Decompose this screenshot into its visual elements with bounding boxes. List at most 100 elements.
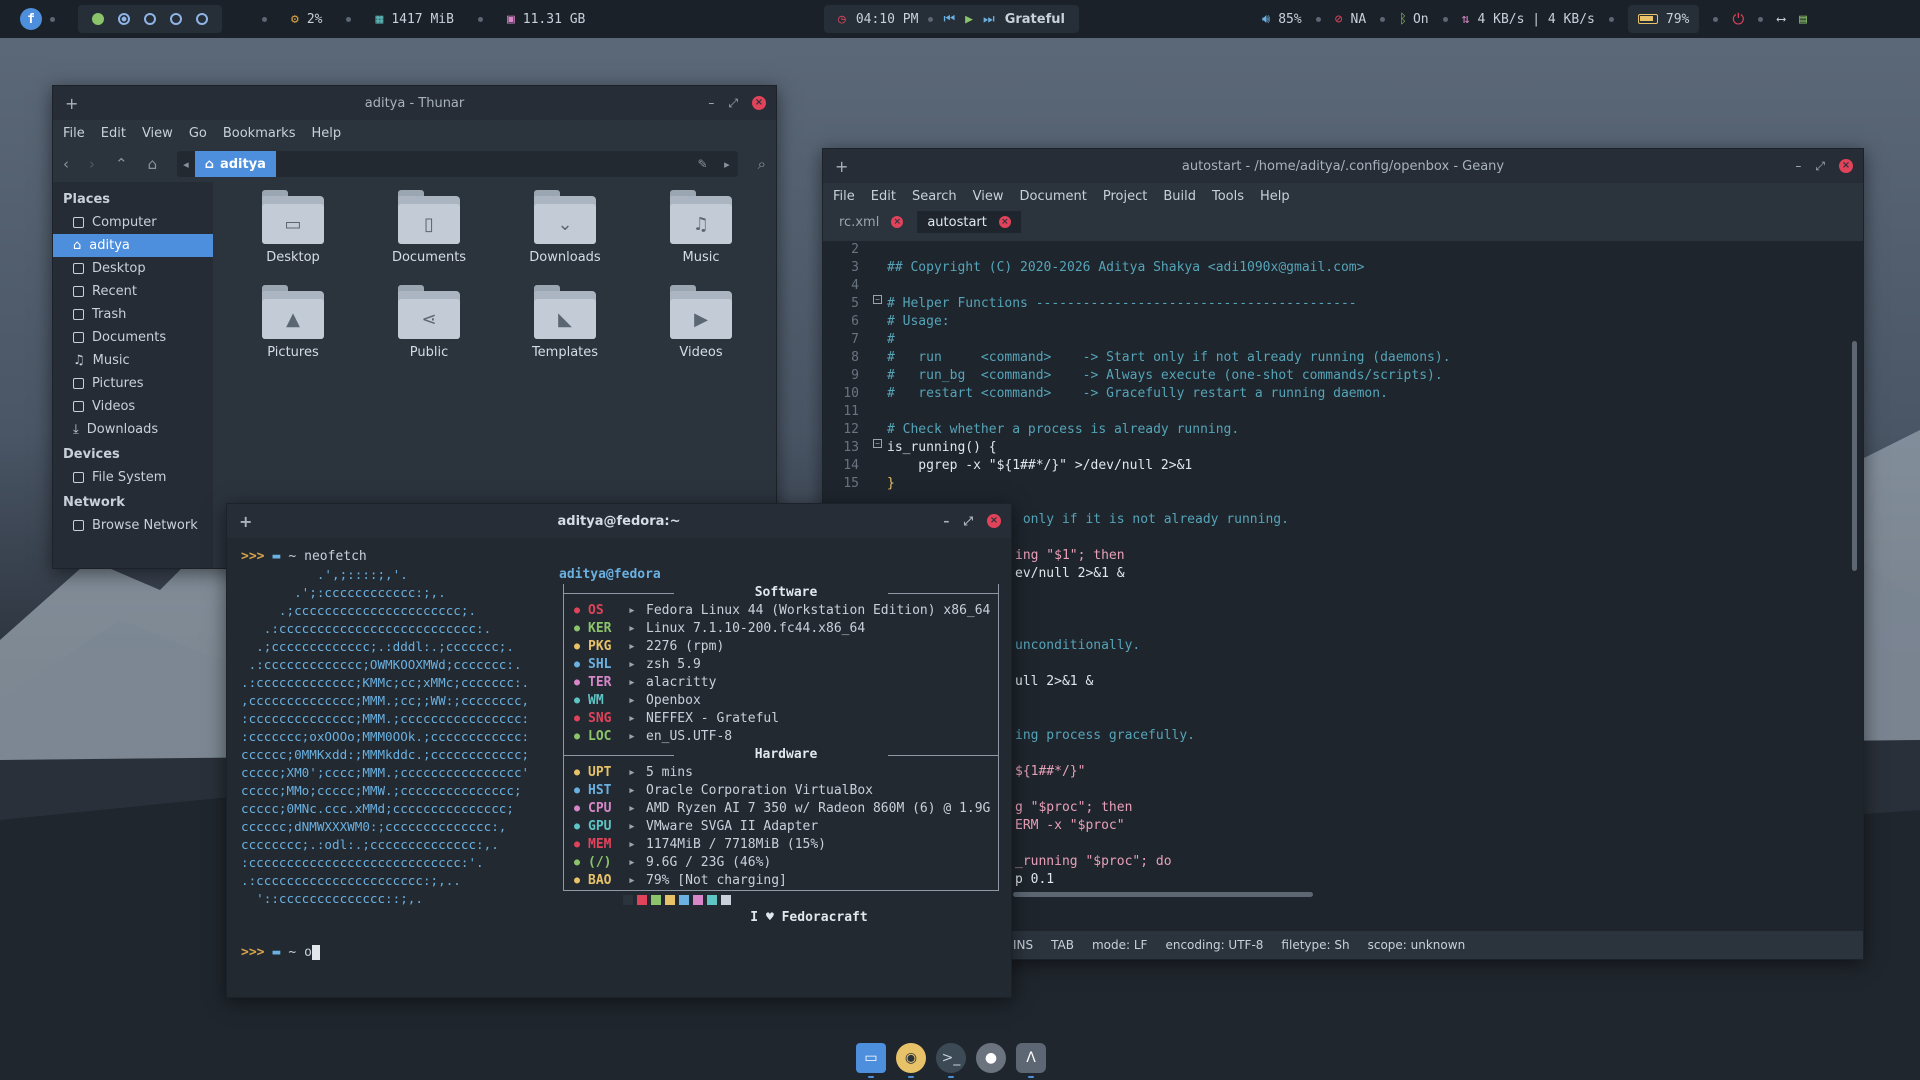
close-tab-icon[interactable]: × xyxy=(891,216,904,228)
color-swatches xyxy=(623,891,999,909)
folder-desktop[interactable]: ▭ Desktop xyxy=(225,190,361,285)
sidebar-item-trash[interactable]: Trash xyxy=(53,303,213,326)
tab-rc-xml[interactable]: rc.xml × xyxy=(829,211,913,233)
tab-autostart[interactable]: autostart × xyxy=(917,211,1021,233)
edit-path-icon[interactable]: ✎ xyxy=(698,157,708,171)
sidebar-item-filesystem[interactable]: File System xyxy=(53,466,213,489)
media-play-icon[interactable]: ▶ xyxy=(965,12,973,27)
dock-file-manager-icon[interactable]: ▭ xyxy=(856,1043,886,1078)
search-icon[interactable]: ⌕ xyxy=(758,155,766,173)
folder-downloads[interactable]: ⌄ Downloads xyxy=(497,190,633,285)
arrow-icon: ▸ xyxy=(628,783,636,798)
sidebar-item-music[interactable]: ♫ Music xyxy=(53,349,213,372)
media-prev-icon[interactable]: ⏮ xyxy=(943,12,955,27)
folder-pictures[interactable]: ▲ Pictures xyxy=(225,285,361,380)
menu-go[interactable]: Go xyxy=(189,126,207,141)
path-left-icon[interactable]: ◂ xyxy=(177,158,195,171)
menu-bookmarks[interactable]: Bookmarks xyxy=(223,126,296,141)
menu-file[interactable]: File xyxy=(833,189,855,204)
menu-help[interactable]: Help xyxy=(311,126,341,141)
ascii-logo-line: .:ccccccccccccc;OWMKOOXMWd;ccccccc:. xyxy=(241,657,522,672)
layout-switch-icon[interactable]: ⟷ xyxy=(1777,12,1785,27)
workspace-4[interactable] xyxy=(170,13,182,25)
minimize-icon[interactable]: – xyxy=(708,96,714,110)
maximize-icon[interactable]: ⤢ xyxy=(963,514,973,529)
menu-view[interactable]: View xyxy=(973,189,1004,204)
code-lines: ## Copyright (C) 2020-2026 Aditya Shakya… xyxy=(887,241,1843,493)
menu-file[interactable]: File xyxy=(63,126,85,141)
info-row: ● LOC ▸ en_US.UTF-8 xyxy=(574,728,998,746)
path-right-icon[interactable]: ▸ xyxy=(724,158,730,171)
media-next-icon[interactable]: ⏭ xyxy=(983,12,995,27)
menu-project[interactable]: Project xyxy=(1103,189,1147,204)
workspace-5[interactable] xyxy=(196,13,208,25)
folder-videos[interactable]: ▶ Videos xyxy=(633,285,769,380)
fedora-logo-icon[interactable]: f xyxy=(20,8,42,30)
folder-public[interactable]: ⋖ Public xyxy=(361,285,497,380)
window-menu-icon[interactable]: + xyxy=(65,94,78,113)
thunar-titlebar[interactable]: + aditya - Thunar – ⤢ × xyxy=(53,86,776,120)
close-icon[interactable]: × xyxy=(987,514,1001,528)
close-tab-icon[interactable]: × xyxy=(998,216,1011,228)
back-icon[interactable]: ‹ xyxy=(63,155,69,173)
menu-edit[interactable]: Edit xyxy=(101,126,126,141)
forward-icon[interactable]: › xyxy=(89,155,95,173)
menu-search[interactable]: Search xyxy=(912,189,957,204)
sidebar-item-pictures[interactable]: Pictures xyxy=(53,372,213,395)
horizontal-scrollbar[interactable] xyxy=(1013,892,1313,897)
sidebar-item-browse-network[interactable]: Browse Network xyxy=(53,514,213,537)
fold-icon[interactable]: − xyxy=(873,439,882,448)
dock-settings-icon[interactable]: ● xyxy=(976,1043,1006,1073)
info-value: Linux 7.1.10-200.fc44.x86_64 xyxy=(646,621,866,636)
close-icon[interactable]: × xyxy=(1839,159,1853,173)
menu-edit[interactable]: Edit xyxy=(871,189,896,204)
minimize-icon[interactable]: – xyxy=(943,514,949,528)
bluetooth-module[interactable]: ᛒ On xyxy=(1399,12,1428,27)
menu-build[interactable]: Build xyxy=(1163,189,1196,204)
menu-help[interactable]: Help xyxy=(1260,189,1290,204)
home-icon[interactable]: ⌂ xyxy=(148,155,158,173)
dock-terminal-icon[interactable]: >_ xyxy=(936,1043,966,1078)
workspace-2[interactable] xyxy=(118,13,130,25)
folder-documents[interactable]: ▯ Documents xyxy=(361,190,497,285)
minimize-icon[interactable]: – xyxy=(1795,159,1801,173)
bullet-icon: ● xyxy=(574,605,581,616)
fold-icon[interactable]: − xyxy=(873,295,882,304)
power-icon[interactable]: ⏻ xyxy=(1732,10,1744,28)
window-menu-icon[interactable]: + xyxy=(239,512,252,531)
sidebar-item-downloads[interactable]: ⤓ Downloads xyxy=(53,418,213,441)
terminal-titlebar[interactable]: + aditya@fedora:~ – ⤢ × xyxy=(227,504,1011,538)
up-icon[interactable]: ⌃ xyxy=(115,155,128,173)
code-line: is_running() { xyxy=(887,440,997,455)
dock-browser-icon[interactable]: ◉ xyxy=(896,1043,926,1078)
close-icon[interactable]: × xyxy=(752,96,766,110)
dock-geany-icon[interactable]: Λ xyxy=(1016,1043,1046,1078)
sidebar-item-videos[interactable]: Videos xyxy=(53,395,213,418)
vertical-scrollbar[interactable] xyxy=(1852,341,1857,571)
sidebar-item-desktop[interactable]: Desktop xyxy=(53,257,213,280)
menu-tools[interactable]: Tools xyxy=(1212,189,1244,204)
code-line: ing process gracefully. xyxy=(1015,728,1196,743)
network-module[interactable]: ⊘ NA xyxy=(1335,12,1366,27)
desktop-icon xyxy=(73,263,84,274)
workspace-1[interactable] xyxy=(92,13,104,25)
geany-titlebar[interactable]: + autostart - /home/aditya/.config/openb… xyxy=(823,149,1863,183)
sidebar-item-documents[interactable]: Documents xyxy=(53,326,213,349)
volume-module[interactable]: 🔊︎ 85% xyxy=(1262,12,1302,27)
sidebar-item-recent[interactable]: Recent xyxy=(53,280,213,303)
maximize-icon[interactable]: ⤢ xyxy=(1815,159,1825,174)
menu-view[interactable]: View xyxy=(142,126,173,141)
clipboard-icon[interactable]: ▤ xyxy=(1799,12,1807,27)
maximize-icon[interactable]: ⤢ xyxy=(728,96,738,111)
folder-music[interactable]: ♫ Music xyxy=(633,190,769,285)
window-menu-icon[interactable]: + xyxy=(835,157,848,176)
menu-document[interactable]: Document xyxy=(1019,189,1086,204)
sidebar-item-computer[interactable]: Computer xyxy=(53,211,213,234)
sidebar-item-home[interactable]: ⌂ aditya xyxy=(53,234,213,257)
terminal-content[interactable]: >>> ▬ ~ neofetch .',;::::;,'. .';:cccccc… xyxy=(241,548,1001,987)
workspace-3[interactable] xyxy=(144,13,156,25)
user-host: aditya@fedora xyxy=(559,567,661,582)
folder-templates[interactable]: ◣ Templates xyxy=(497,285,633,380)
path-crumb-home[interactable]: ⌂ aditya xyxy=(194,151,276,177)
